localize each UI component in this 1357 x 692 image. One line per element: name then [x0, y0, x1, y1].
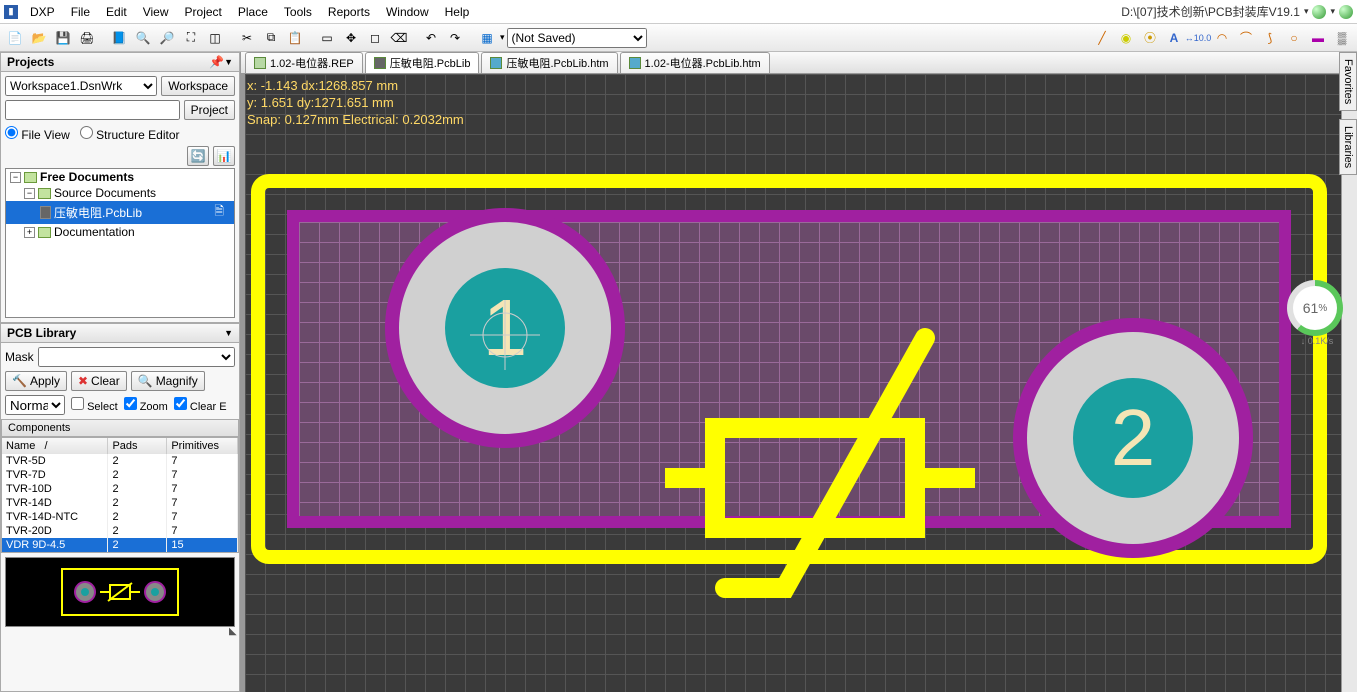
redo-icon[interactable]: ↷ — [444, 27, 466, 49]
full-circle-icon[interactable]: ○ — [1283, 27, 1305, 49]
array-tool-icon[interactable]: ▒ — [1331, 27, 1353, 49]
compile-icon[interactable]: 📘 — [108, 27, 130, 49]
footprint-thumbnail — [5, 557, 235, 627]
help-menu[interactable]: Help — [437, 3, 478, 21]
move-icon[interactable]: ✥ — [340, 27, 362, 49]
project-tree[interactable]: −Free Documents −Source Documents 压敏电阻.P… — [5, 168, 235, 318]
tab-htm2[interactable]: 1.02-电位器.PcbLib.htm — [620, 52, 770, 73]
app-logo-icon: ▮ — [4, 5, 18, 19]
view-menu[interactable]: View — [135, 3, 177, 21]
varistor-symbol-icon — [655, 298, 1015, 618]
tools-menu[interactable]: Tools — [276, 3, 320, 21]
project-input[interactable] — [5, 100, 180, 120]
filter-select[interactable]: (Not Saved) — [507, 28, 647, 48]
arc-edge-icon[interactable]: ⌒ — [1235, 27, 1257, 49]
components-table[interactable]: Name / Pads Primitives TVR-5D27 TVR-7D27… — [1, 437, 239, 553]
table-row[interactable]: TVR-14D-NTC27 — [2, 510, 238, 524]
text-tool-icon[interactable]: A — [1163, 27, 1185, 49]
copy-icon[interactable]: ⧉ — [260, 27, 282, 49]
structure-editor-radio[interactable]: Structure Editor — [80, 126, 180, 142]
fill-tool-icon[interactable]: ▬ — [1307, 27, 1329, 49]
mask-select[interactable] — [38, 347, 235, 367]
file-view-radio[interactable]: File View — [5, 126, 70, 142]
refresh-icon[interactable]: 🔄 — [187, 146, 209, 166]
via-tool-icon[interactable]: ⦿ — [1139, 27, 1161, 49]
magnify-button[interactable]: 🔍Magnify — [131, 371, 205, 391]
right-dock-tabs: Favorites Libraries — [1339, 52, 1357, 175]
save-icon[interactable]: 💾 — [52, 27, 74, 49]
arc-center-icon[interactable]: ◠ — [1211, 27, 1233, 49]
paste-icon[interactable]: 📋 — [284, 27, 306, 49]
apply-button[interactable]: 🔨Apply — [5, 371, 67, 391]
components-header: Components — [1, 419, 239, 437]
clear-button[interactable]: ✖Clear — [71, 371, 127, 391]
grid-icon[interactable]: ▦ — [476, 27, 498, 49]
place-menu[interactable]: Place — [230, 3, 276, 21]
select-rect-icon[interactable]: ▭ — [316, 27, 338, 49]
tree-item-pcblib[interactable]: 压敏电阻.PcbLib🗎 — [6, 201, 234, 224]
left-sidebar: Projects📌▼ Workspace1.DsnWrk Workspace P… — [0, 52, 241, 692]
select-checkbox[interactable]: Select — [71, 397, 118, 413]
nav-back-icon[interactable] — [1312, 5, 1326, 19]
editor-area: 1.02-电位器.REP 压敏电阻.PcbLib 压敏电阻.PcbLib.htm… — [241, 52, 1357, 692]
zoom-area-icon[interactable]: ◫ — [204, 27, 226, 49]
edit-menu[interactable]: Edit — [98, 3, 135, 21]
tab-rep[interactable]: 1.02-电位器.REP — [245, 52, 363, 73]
zoom-fit-icon[interactable]: ⛶ — [180, 27, 202, 49]
structure-icon[interactable]: 📊 — [213, 146, 235, 166]
line-tool-icon[interactable]: ╱ — [1091, 27, 1113, 49]
dxp-menu[interactable]: DXP — [22, 3, 63, 21]
project-menu[interactable]: Project — [177, 3, 230, 21]
mask-label: Mask — [5, 350, 34, 364]
dimension-tool-icon[interactable]: ↔10.0 — [1187, 27, 1209, 49]
print-icon[interactable]: 🖨 — [76, 27, 98, 49]
reports-menu[interactable]: Reports — [320, 3, 378, 21]
zoom-checkbox[interactable]: Zoom — [124, 397, 168, 413]
projects-panel-header[interactable]: Projects📌▼ — [0, 52, 240, 72]
table-row[interactable]: TVR-14D27 — [2, 496, 238, 510]
pad-1[interactable]: 1 — [385, 208, 625, 448]
clear-e-checkbox[interactable]: Clear E — [174, 397, 227, 413]
nav-fwd-icon[interactable] — [1339, 5, 1353, 19]
document-path: D:\[07]技术创新\PCB封装库V19.1 ▾ ▾ — [1121, 3, 1353, 20]
pin-icon[interactable]: 📌 — [209, 55, 224, 69]
file-menu[interactable]: File — [63, 3, 98, 21]
menu-bar: ▮ DXP File Edit View Project Place Tools… — [0, 0, 1357, 24]
favorites-tab[interactable]: Favorites — [1339, 52, 1357, 111]
table-row[interactable]: TVR-10D27 — [2, 482, 238, 496]
origin-crosshair-icon — [470, 300, 540, 370]
new-icon[interactable]: 📄 — [4, 27, 26, 49]
libraries-tab[interactable]: Libraries — [1339, 119, 1357, 175]
download-speed-widget[interactable]: 61% ↓ 0.1K/s — [1287, 280, 1347, 340]
pad-tool-icon[interactable]: ◉ — [1115, 27, 1137, 49]
table-row[interactable]: TVR-5D27 — [2, 454, 238, 468]
pcb-canvas[interactable]: x: -1.143 dx:1268.857 mm y: 1.651 dy:127… — [241, 74, 1357, 692]
workspace-select[interactable]: Workspace1.DsnWrk — [5, 76, 157, 96]
coordinate-readout: x: -1.143 dx:1268.857 mm y: 1.651 dy:127… — [247, 78, 464, 129]
workspace-button[interactable]: Workspace — [161, 76, 235, 96]
zoom-out-icon[interactable]: 🔎 — [156, 27, 178, 49]
cut-icon[interactable]: ✂ — [236, 27, 258, 49]
zoom-in-icon[interactable]: 🔍 — [132, 27, 154, 49]
undo-icon[interactable]: ↶ — [420, 27, 442, 49]
window-menu[interactable]: Window — [378, 3, 437, 21]
tab-pcblib[interactable]: 压敏电阻.PcbLib — [365, 52, 480, 73]
tab-htm1[interactable]: 压敏电阻.PcbLib.htm — [481, 52, 617, 73]
arc-any-icon[interactable]: ⟆ — [1259, 27, 1281, 49]
document-tabs: 1.02-电位器.REP 压敏电阻.PcbLib 压敏电阻.PcbLib.htm… — [241, 52, 1357, 74]
normal-select[interactable]: Normal — [5, 395, 65, 415]
open-icon[interactable]: 📂 — [28, 27, 50, 49]
table-row[interactable]: TVR-7D27 — [2, 468, 238, 482]
main-toolbar: 📄 📂 💾 🖨 📘 🔍 🔎 ⛶ ◫ ✂ ⧉ 📋 ▭ ✥ ◻ ⌫ ↶ ↷ ▦ ▾ … — [0, 24, 1357, 52]
table-row[interactable]: VDR 9D-4.5215 — [2, 538, 238, 552]
pad-2[interactable]: 2 — [1013, 318, 1253, 558]
deselect-icon[interactable]: ◻ — [364, 27, 386, 49]
pcb-library-panel-header[interactable]: PCB Library▼ — [0, 323, 240, 343]
clear-icon[interactable]: ⌫ — [388, 27, 410, 49]
table-row[interactable]: TVR-20D27 — [2, 524, 238, 538]
project-button[interactable]: Project — [184, 100, 235, 120]
